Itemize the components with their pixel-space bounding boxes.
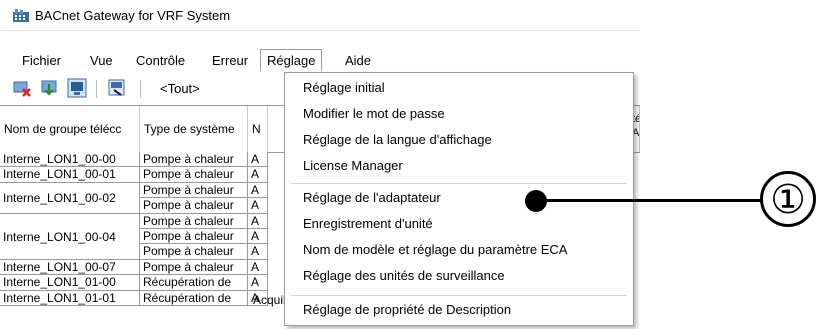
app-window: BACnet Gateway for VRF System Fichier Vu… [0,0,640,329]
dropdown-separator [291,295,627,296]
system-type-cell[interactable]: Pompe à chaleur [140,198,248,214]
third-column-cell[interactable]: A [248,244,268,260]
group-name-cell[interactable]: Interne_LON1_00-02 [0,182,140,214]
third-column-cell[interactable]: A [248,152,268,168]
system-type-cell[interactable]: Pompe à chaleur [140,213,248,229]
third-column-cell[interactable]: A [248,229,268,245]
menu-erreur[interactable]: Erreur [212,53,248,68]
dropdown-gutter [285,73,291,325]
callout-dot [525,190,547,212]
menu-aide[interactable]: Aide [345,53,371,68]
third-column-cell[interactable]: A [248,275,268,291]
menu-item-enregistrement-unite[interactable]: Enregistrement d'unité [303,216,433,231]
menu-item-modele-parametre-eca[interactable]: Nom de modèle et réglage du paramètre EC… [303,242,567,257]
callout-label: ① [770,177,806,223]
title-bar: BACnet Gateway for VRF System [0,0,640,31]
group-name-cell[interactable]: Interne_LON1_00-04 [0,213,140,260]
window-title: BACnet Gateway for VRF System [35,8,231,23]
group-name-cell[interactable]: Interne_LON1_01-00 [0,275,140,291]
column-header-group-name[interactable]: Nom de groupe télécc [0,106,140,152]
callout-circle: ① [760,171,816,227]
delete-device-icon[interactable] [12,78,32,98]
third-column-cell[interactable]: A [248,198,268,214]
toolbar-separator [140,80,141,98]
filter-selector[interactable]: <Tout> [160,81,200,96]
column-header-n[interactable]: N [248,106,268,152]
menu-item-unites-surveillance[interactable]: Réglage des unités de surveillance [303,268,505,283]
system-type-cell[interactable]: Pompe à chaleur [140,244,248,260]
monitor-icon[interactable] [67,78,87,98]
toolbar-separator [96,80,97,98]
menu-controle[interactable]: Contrôle [136,53,185,68]
group-name-cell[interactable]: Interne_LON1_00-01 [0,167,140,183]
menu-reglage[interactable]: Réglage [260,49,323,71]
third-column-cell[interactable]: A [248,259,268,276]
system-type-cell[interactable]: Pompe à chaleur [140,167,248,183]
system-type-cell[interactable]: Pompe à chaleur [140,229,248,245]
export-icon[interactable] [107,78,127,98]
system-type-cell[interactable]: Pompe à chaleur [140,259,248,276]
third-column-cell[interactable]: A [248,213,268,229]
menu-item-reglage-adaptateur[interactable]: Réglage de l'adaptateur [303,190,441,205]
group-name-cell[interactable]: Interne_LON1_00-07 [0,259,140,276]
column-header-system-type[interactable]: Type de système [140,106,248,152]
third-column-cell[interactable]: A [248,182,268,199]
menu-item-reglage-initial[interactable]: Réglage initial [303,80,385,95]
system-type-cell[interactable]: Récupération de [140,275,248,291]
menu-item-modifier-mot-de-passe[interactable]: Modifier le mot de passe [303,106,445,121]
dropdown-separator [291,183,627,184]
menu-item-langue-affichage[interactable]: Réglage de la langue d'affichage [303,132,492,147]
app-icon [13,9,29,22]
third-column-cell[interactable]: A [248,167,268,183]
menu-item-license-manager[interactable]: License Manager [303,158,403,173]
group-name-cell[interactable]: Interne_LON1_00-00 [0,152,140,168]
callout-line [540,199,764,202]
menu-vue[interactable]: Vue [90,53,113,68]
import-icon[interactable] [40,78,60,98]
menu-fichier[interactable]: Fichier [22,53,61,68]
system-type-cell[interactable]: Pompe à chaleur [140,152,248,168]
menu-bar: Fichier Vue Contrôle Erreur Réglage Aide [0,49,640,72]
menu-item-propriete-description[interactable]: Réglage de propriété de Description [303,302,511,317]
system-type-cell[interactable]: Pompe à chaleur [140,182,248,199]
system-type-cell[interactable]: Récupération de [140,290,248,306]
group-name-cell[interactable]: Interne_LON1_01-01 [0,290,140,306]
